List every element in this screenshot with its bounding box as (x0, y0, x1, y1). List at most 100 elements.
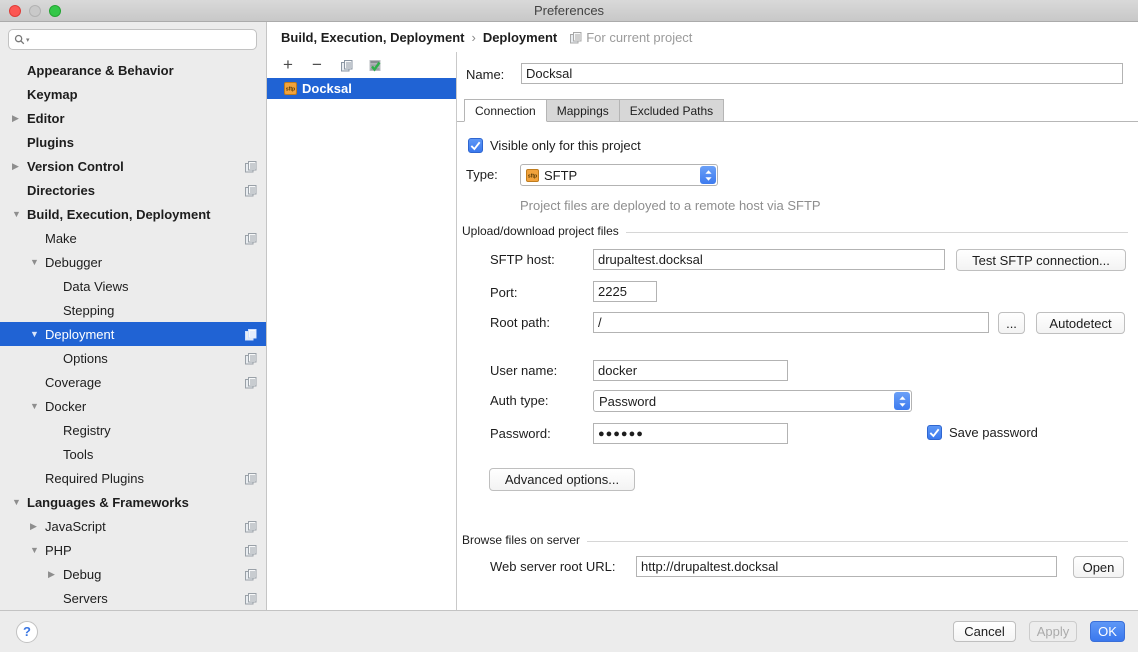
sidebar-item-tools[interactable]: Tools (0, 442, 266, 466)
tree-expanded-arrow-icon[interactable]: ▼ (30, 257, 45, 267)
sidebar-item-make[interactable]: Make (0, 226, 266, 250)
sidebar-item-label: Version Control (27, 159, 124, 174)
search-icon (14, 34, 25, 45)
minimize-window-button[interactable] (29, 5, 41, 17)
server-name: Docksal (302, 81, 352, 96)
user-name-input[interactable] (593, 360, 788, 381)
sidebar-item-required-plugins[interactable]: Required Plugins (0, 466, 266, 490)
copy-server-button[interactable] (338, 57, 354, 73)
user-name-label: User name: (490, 361, 557, 381)
tab-connection[interactable]: Connection (464, 99, 547, 122)
ok-button[interactable]: OK (1090, 621, 1125, 642)
sidebar-item-debug[interactable]: ▶Debug (0, 562, 266, 586)
sidebar-item-debugger[interactable]: ▼Debugger (0, 250, 266, 274)
use-as-default-icon (368, 59, 382, 72)
search-input[interactable] (30, 33, 251, 47)
type-select[interactable]: SFTP (520, 164, 718, 186)
sidebar-item-docker[interactable]: ▼Docker (0, 394, 266, 418)
sidebar-item-label: PHP (45, 543, 72, 558)
sftp-host-input[interactable] (593, 249, 945, 270)
tree-collapsed-arrow-icon[interactable]: ▶ (12, 161, 27, 172)
sidebar-item-label: Build, Execution, Deployment (27, 207, 210, 222)
sidebar-item-servers[interactable]: Servers (0, 586, 266, 610)
visible-only-checkbox[interactable] (468, 138, 483, 153)
dialog-footer: ? Cancel Apply OK (0, 610, 1138, 652)
breadcrumb: Build, Execution, Deployment › Deploymen… (267, 22, 1138, 52)
search-box[interactable]: ▾ (8, 29, 257, 50)
sidebar-item-keymap[interactable]: Keymap (0, 82, 266, 106)
sidebar-item-appearance-behavior[interactable]: Appearance & Behavior (0, 58, 266, 82)
tree-collapsed-arrow-icon[interactable]: ▶ (48, 569, 63, 580)
tree-expanded-arrow-icon[interactable]: ▼ (12, 497, 27, 507)
window-body: ▾ Appearance & BehaviorKeymap▶Editor Plug… (0, 22, 1138, 610)
server-list-item-docksal[interactable]: Docksal (267, 78, 456, 99)
sidebar-item-languages-frameworks[interactable]: ▼Languages & Frameworks (0, 490, 266, 514)
visible-only-checkbox-row[interactable]: Visible only for this project (468, 137, 641, 153)
sidebar-item-coverage[interactable]: Coverage (0, 370, 266, 394)
help-button[interactable]: ? (16, 621, 38, 643)
cancel-button[interactable]: Cancel (953, 621, 1016, 642)
sidebar-item-deployment[interactable]: ▼Deployment (0, 322, 266, 346)
tree-expanded-arrow-icon[interactable]: ▼ (12, 209, 27, 219)
traffic-lights (9, 5, 61, 17)
per-project-settings-icon (244, 544, 257, 557)
search-wrap: ▾ (0, 22, 266, 55)
sidebar-item-plugins[interactable]: Plugins (0, 130, 266, 154)
add-server-button[interactable]: + (280, 57, 296, 73)
sidebar-item-options[interactable]: Options (0, 346, 266, 370)
type-value: SFTP (544, 168, 695, 183)
sftp-host-label: SFTP host: (490, 250, 555, 270)
sidebar-item-build-execution-deployment[interactable]: ▼Build, Execution, Deployment (0, 202, 266, 226)
type-hint: Project files are deployed to a remote h… (520, 198, 821, 213)
apply-button[interactable]: Apply (1029, 621, 1077, 642)
deployment-form: Name: Connection Mappings Excluded Paths… (457, 52, 1138, 610)
tree-collapsed-arrow-icon[interactable]: ▶ (30, 521, 45, 532)
sidebar-item-label: Directories (27, 183, 95, 198)
test-sftp-connection-button[interactable]: Test SFTP connection... (956, 249, 1126, 271)
save-password-checkbox-row[interactable]: Save password (927, 424, 1038, 440)
zoom-window-button[interactable] (49, 5, 61, 17)
preferences-window: Preferences ▾ Appearance & BehaviorKeyma… (0, 0, 1138, 652)
tree-collapsed-arrow-icon[interactable]: ▶ (12, 113, 27, 124)
auth-type-select[interactable]: Password (593, 390, 912, 412)
port-input[interactable] (593, 281, 657, 302)
main-body: + − Docksal (267, 52, 1138, 610)
tree-expanded-arrow-icon[interactable]: ▼ (30, 545, 45, 555)
web-root-input[interactable] (636, 556, 1057, 577)
tab-mappings[interactable]: Mappings (547, 99, 620, 122)
root-path-input[interactable] (593, 312, 989, 333)
sidebar-item-javascript[interactable]: ▶JavaScript (0, 514, 266, 538)
upload-group-label: Upload/download project files (462, 224, 619, 238)
copy-icon (340, 59, 353, 72)
dropdown-stepper-icon (700, 166, 716, 184)
save-password-checkbox[interactable] (927, 425, 942, 440)
tree-expanded-arrow-icon[interactable]: ▼ (30, 329, 45, 339)
name-input[interactable] (521, 63, 1123, 84)
close-window-button[interactable] (9, 5, 21, 17)
remove-server-button[interactable]: − (309, 57, 325, 73)
browse-root-path-button[interactable]: ... (998, 312, 1025, 334)
breadcrumb-parent[interactable]: Build, Execution, Deployment (281, 30, 464, 45)
sidebar-item-php[interactable]: ▼PHP (0, 538, 266, 562)
password-input[interactable] (593, 423, 788, 444)
advanced-options-button[interactable]: Advanced options... (489, 468, 635, 491)
sidebar-item-editor[interactable]: ▶Editor (0, 106, 266, 130)
per-project-settings-icon (244, 184, 257, 197)
sidebar-item-label: Plugins (27, 135, 74, 150)
sidebar-item-label: Languages & Frameworks (27, 495, 189, 510)
open-url-button[interactable]: Open (1073, 556, 1124, 578)
per-project-settings-icon (244, 328, 257, 341)
sidebar-item-data-views[interactable]: Data Views (0, 274, 266, 298)
sidebar-item-directories[interactable]: Directories (0, 178, 266, 202)
sidebar-item-registry[interactable]: Registry (0, 418, 266, 442)
sidebar-item-label: Data Views (63, 279, 129, 294)
autodetect-button[interactable]: Autodetect (1036, 312, 1125, 334)
sidebar-item-version-control[interactable]: ▶Version Control (0, 154, 266, 178)
browse-group-label: Browse files on server (462, 533, 580, 547)
sftp-file-icon (284, 82, 297, 95)
sidebar-item-stepping[interactable]: Stepping (0, 298, 266, 322)
tree-expanded-arrow-icon[interactable]: ▼ (30, 401, 45, 411)
tab-excluded-paths[interactable]: Excluded Paths (620, 99, 724, 122)
checkmark-icon (928, 426, 941, 439)
use-as-default-button[interactable] (367, 57, 383, 73)
